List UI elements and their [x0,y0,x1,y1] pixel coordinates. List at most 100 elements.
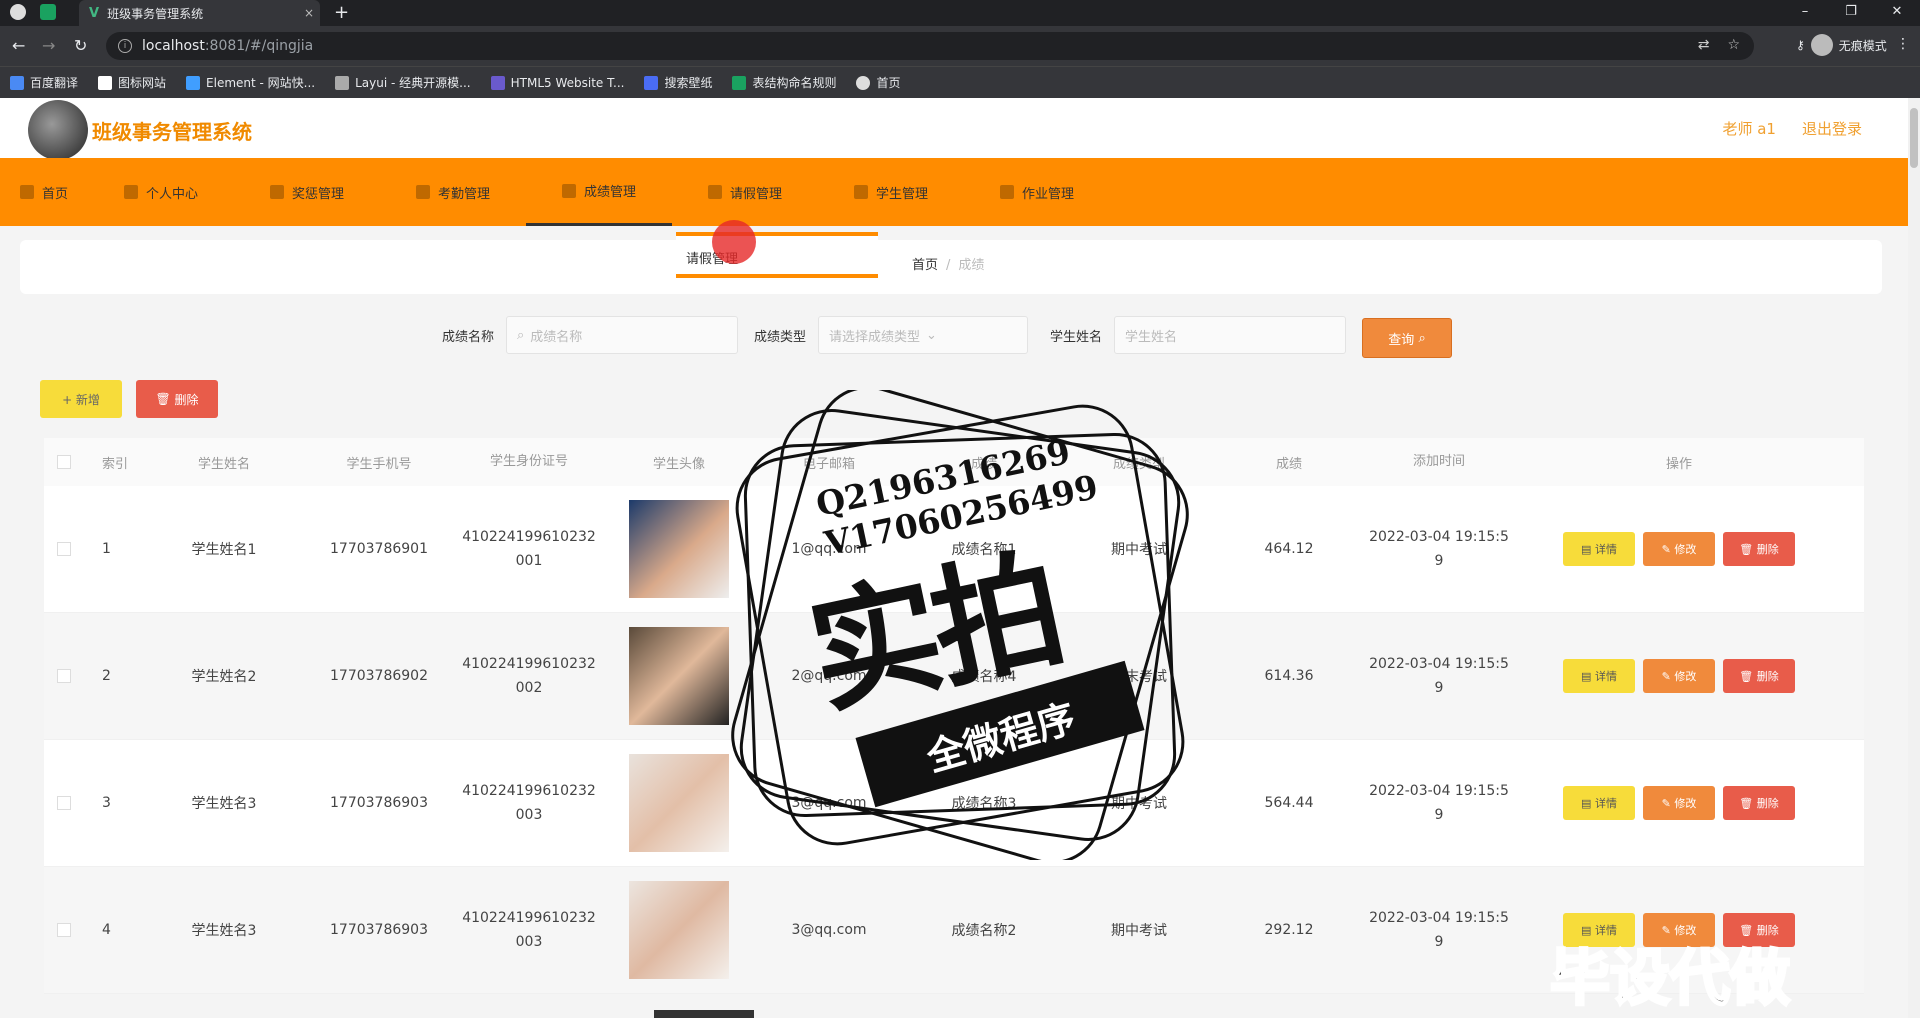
bookmark-favicon-icon [335,75,350,90]
student-avatar-image[interactable] [629,500,729,598]
delete-button[interactable]: 🗑 删除 [1723,659,1795,693]
cell-added-time: 2022-03-04 19:15:5 9 [1369,783,1509,823]
cell-grade-type: 期中考试 [1111,923,1167,939]
row-checkbox[interactable] [44,542,84,556]
menu-item-homework[interactable]: 作业管理 [964,158,1110,226]
bookmark-item[interactable]: 表结构命名规则 [732,74,836,91]
detail-button[interactable]: ▤ 详情 [1563,532,1635,566]
cell-index: 3 [102,795,111,811]
row-checkbox[interactable] [44,923,84,937]
profile-label: 无痕模式 [1838,38,1887,53]
submenu-dropdown: 请假管理 [676,232,878,278]
bookmark-favicon-icon [98,75,113,90]
translate-icon[interactable]: ⇄ [1698,37,1710,53]
browser-menu-icon[interactable] [10,4,26,20]
cell-index: 2 [102,668,111,684]
tab-close-icon[interactable]: × [298,6,320,20]
edit-button[interactable]: ✎ 修改 [1643,532,1715,566]
student-avatar-image[interactable] [629,627,729,725]
bookmark-item[interactable]: Layui - 经典开源模... [335,74,471,91]
close-window-icon[interactable]: ✕ [1874,0,1920,26]
restore-icon[interactable]: ❐ [1828,0,1874,26]
grade-name-input[interactable]: ⌕ 成绩名称 [506,316,739,354]
page-scrollbar[interactable] [1908,98,1920,1018]
pencil-icon: ✎ [1661,796,1671,810]
student-avatar-image[interactable] [629,881,729,979]
edit-button[interactable]: ✎ 修改 [1643,786,1715,820]
bookmark-item[interactable]: HTML5 Website T... [490,75,624,90]
active-tab[interactable]: V 班级事务管理系统 × [79,0,320,26]
menu-item-home[interactable]: 首页 [0,158,88,226]
edit-button[interactable]: ✎ 修改 [1643,659,1715,693]
bookmark-favicon-icon [186,75,201,90]
logout-link[interactable]: 退出登录 [1802,118,1862,139]
menu-item-attendance[interactable]: 考勤管理 [380,158,526,226]
student-icon [853,185,868,199]
breadcrumb-home[interactable]: 首页 [912,258,938,273]
user-icon [123,185,138,199]
bookmark-favicon-icon [856,75,871,90]
award-icon [269,185,284,199]
menu-item-students[interactable]: 学生管理 [818,158,964,226]
bookmark-item[interactable]: 首页 [856,74,901,91]
cell-avatar [604,881,754,979]
cell-actions: ▤ 详情 ✎ 修改 🗑 删除 [1514,786,1844,820]
batch-delete-button[interactable]: 🗑 删除 [136,380,218,418]
doc-icon: ▤ [1581,542,1592,556]
bookmark-item[interactable]: 搜索壁纸 [644,74,712,91]
bookmark-item[interactable]: 百度翻译 [10,74,78,91]
cell-grade-name: 成绩名称2 [951,923,1017,939]
forward-icon[interactable]: → [42,36,55,55]
delete-button[interactable]: 🗑 删除 [1723,786,1795,820]
search-grade-type: 成绩类型 请选择成绩类型 ⌄ [754,316,1029,354]
bookmark-item[interactable]: 图标网站 [98,74,166,91]
student-avatar-image[interactable] [629,754,729,852]
bookmark-favicon-icon [644,75,659,90]
student-name-input[interactable]: 学生姓名 [1114,316,1347,354]
pencil-icon: ✎ [1661,542,1671,556]
row-checkbox[interactable] [44,669,84,683]
url-host: localhost [142,38,205,54]
grade-type-select[interactable]: 请选择成绩类型 ⌄ [818,316,1029,354]
cell-added-time: 2022-03-04 19:15:5 9 [1369,910,1509,950]
top-menu: 首页 个人中心 奖惩管理 考勤管理 成绩管理 请假管理 学生管理 作业管理 [0,158,1908,226]
menu-item-profile[interactable]: 个人中心 [88,158,234,226]
detail-button[interactable]: ▤ 详情 [1563,786,1635,820]
incognito-profile[interactable]: ⚷ 无痕模式 [1796,34,1887,56]
site-info-icon[interactable]: i [118,39,132,53]
select-all-checkbox[interactable] [44,455,84,469]
menu-item-rewards[interactable]: 奖惩管理 [234,158,380,226]
pencil-icon: ✎ [1661,669,1671,683]
col-student-name: 学生姓名 [197,456,250,472]
pinned-tab-icon[interactable] [40,4,56,20]
next-row-avatar-partial [654,1010,754,1018]
menu-item-leave[interactable]: 请假管理 [672,158,818,226]
mouse-cursor-highlight [712,220,756,264]
reload-icon[interactable]: ↻ [74,36,87,55]
trash-icon: 🗑 [155,392,171,406]
url-input[interactable]: i localhost:8081/#/qingjia ⇄ ☆ [106,32,1754,60]
add-button[interactable]: + 新增 [40,380,122,418]
delete-button[interactable]: 🗑 删除 [1723,532,1795,566]
tab-strip-icons [10,4,56,20]
more-menu-icon[interactable]: ⋮ [1896,36,1910,52]
row-checkbox[interactable] [44,796,84,810]
minimize-icon[interactable]: – [1782,0,1828,26]
key-icon[interactable]: ⚷ [1796,38,1805,52]
search-student-name: 学生姓名 学生姓名 [1050,316,1347,354]
user-label[interactable]: 老师 a1 [1722,118,1776,139]
breadcrumb: 首页 / 成绩 [912,254,984,273]
new-tab-button[interactable]: + [334,2,349,23]
omnibox-actions: ⇄ ☆ [1698,37,1740,53]
cell-student-name: 学生姓名1 [191,542,257,558]
browser-tab-bar: V 班级事务管理系统 × + – ❐ ✕ [0,0,1920,26]
url-path: :8081/#/qingjia [204,38,314,54]
back-icon[interactable]: ← [12,36,25,55]
menu-item-grades[interactable]: 成绩管理 [526,158,672,226]
detail-button[interactable]: ▤ 详情 [1563,659,1635,693]
col-added-time: 添加时间 [1412,454,1465,469]
bookmark-star-icon[interactable]: ☆ [1727,37,1740,53]
scrollbar-thumb[interactable] [1910,108,1918,168]
bookmark-item[interactable]: Element - 网站快... [186,74,315,91]
query-button[interactable]: 查询 ⌕ [1362,318,1452,358]
